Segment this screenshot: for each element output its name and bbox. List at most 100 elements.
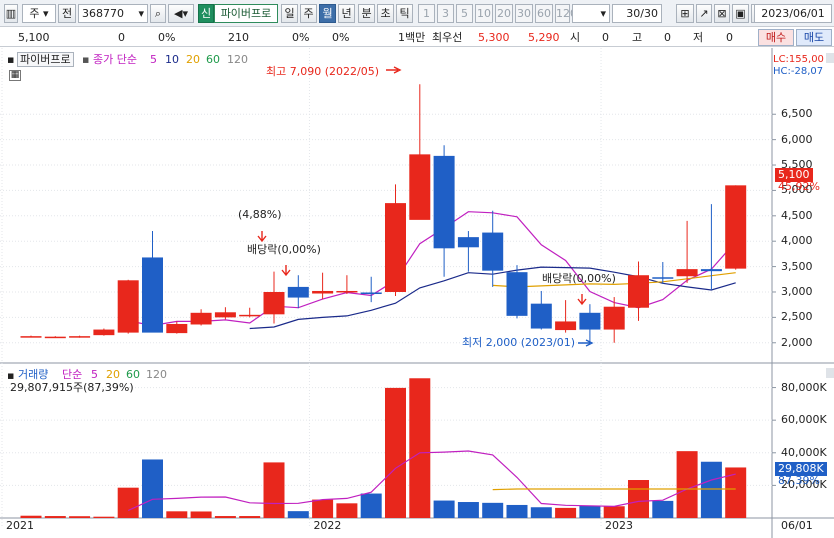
interval-button[interactable]: 5: [456, 4, 473, 23]
price-panel-icon[interactable]: ▪: [7, 53, 14, 66]
volume-bar: [117, 487, 139, 518]
date-input[interactable]: 2023/06/01: [754, 4, 832, 23]
volume-bar: [190, 511, 212, 518]
volume-bar: [482, 502, 504, 518]
volume-bar: [142, 459, 163, 518]
candle-body: [579, 312, 601, 330]
candle-body: [336, 290, 358, 293]
stock-name: 파이버프로: [214, 4, 278, 23]
line-tool-icon[interactable]: ↗: [696, 4, 712, 23]
bar-count-input[interactable]: 30/30: [612, 4, 662, 23]
price-volume-chart[interactable]: [0, 48, 834, 538]
time-tick-label: 2023: [605, 519, 634, 532]
price-panel-title[interactable]: 파이버프로: [17, 52, 74, 67]
trade-volume: 210: [228, 31, 249, 44]
volume-bar: [312, 499, 334, 518]
volume-bar: [457, 502, 479, 518]
all-time-high-label: 최고 7,090 (2022/05): [266, 65, 380, 78]
candle-body: [44, 336, 66, 339]
price-tick-label: 4,000: [781, 234, 813, 248]
stock-code-value: 368770: [82, 7, 124, 20]
volume-bar: [385, 387, 406, 518]
volume-bar: [603, 506, 625, 518]
period-minute-button[interactable]: 분: [358, 4, 375, 23]
candle-body: [555, 321, 577, 331]
candle-body: [482, 232, 504, 271]
volume-bar: [506, 504, 528, 518]
best-quote-label: 최우선: [432, 31, 463, 44]
candle-body: [214, 312, 236, 318]
analysis-icon[interactable]: ⊠: [714, 4, 730, 23]
chart-menu-icon[interactable]: ▥: [4, 4, 18, 23]
period-month-button[interactable]: 월: [319, 4, 336, 23]
volume-ma20-line: [492, 488, 736, 491]
scroll-up-button[interactable]: [826, 53, 834, 63]
candle-body: [312, 290, 334, 294]
period-second-button[interactable]: 초: [377, 4, 394, 23]
candle-body: [385, 203, 406, 292]
price-tick-label: 3,500: [781, 259, 813, 273]
ma60-label: 60: [206, 53, 220, 66]
candle-body: [239, 314, 261, 317]
interval-input[interactable]: ▾: [572, 4, 610, 23]
chart-type-select[interactable]: 주 ▾: [22, 4, 56, 23]
candle-body: [457, 237, 479, 248]
volume-bar: [287, 511, 309, 518]
search-icon[interactable]: ⌕: [150, 4, 166, 23]
chart-type-value: 주: [29, 7, 40, 20]
ma120-label: 120: [227, 53, 248, 66]
price-tick-label: 3,000: [781, 284, 813, 298]
price-tick-label: 4,500: [781, 208, 813, 222]
price-tick-label: 6,500: [781, 107, 813, 121]
price-tick-label: 2,000: [781, 335, 813, 349]
vol-ma20-label: 20: [106, 368, 120, 381]
change-percent: 0%: [158, 31, 176, 44]
bid-price: 5,290: [528, 31, 560, 44]
volume-scroll-button[interactable]: [826, 368, 834, 378]
current-price: 5,100: [18, 31, 50, 44]
candle-body: [190, 312, 212, 325]
candle-body: [20, 336, 42, 338]
candle-body: [166, 323, 188, 334]
period-week-button[interactable]: 주: [300, 4, 317, 23]
grid-icon[interactable]: ⊞: [676, 4, 694, 23]
volume-bar: [44, 516, 66, 518]
interval-button[interactable]: 120: [555, 4, 577, 23]
period-day-button[interactable]: 일: [281, 4, 298, 23]
price-tick-label: 6,000: [781, 132, 813, 146]
dividend-annotation-1: 배당락(0,00%): [247, 243, 321, 256]
new-listing-badge: 신: [198, 4, 214, 23]
chevron-down-icon: ▾: [138, 7, 144, 20]
interval-button[interactable]: 30: [515, 4, 533, 23]
prefix-button[interactable]: 전: [58, 4, 76, 23]
interval-button[interactable]: 1: [418, 4, 435, 23]
volume-readout: 29,807,915주(87,39%): [10, 381, 134, 394]
candle-body: [287, 286, 309, 298]
interval-button[interactable]: 60: [535, 4, 553, 23]
ask-price: 5,300: [478, 31, 510, 44]
table-icon[interactable]: ▦: [9, 70, 21, 81]
chevron-down-icon: ▾: [600, 7, 606, 20]
interval-button[interactable]: 10: [475, 4, 493, 23]
stock-code-input[interactable]: 368770 ▾: [78, 4, 148, 23]
save-icon[interactable]: ▣: [732, 4, 749, 23]
volume-bar: [652, 500, 674, 518]
period-year-button[interactable]: 년: [338, 4, 355, 23]
volume-bar: [700, 461, 722, 518]
time-tick-label: 2021: [6, 519, 34, 532]
sound-icon[interactable]: ◀▾: [168, 4, 194, 23]
dividend-annotation-2: 배당락(0,00%): [542, 272, 616, 285]
price-change: 0: [118, 31, 125, 44]
high-label: 고: [632, 31, 643, 44]
period-tick-button[interactable]: 틱: [396, 4, 413, 23]
vol-ma60-label: 60: [126, 368, 140, 381]
hc-value: HC:-28,07: [773, 66, 824, 77]
volume-bar: [530, 507, 552, 518]
buy-button[interactable]: 매수: [758, 29, 794, 46]
interval-button[interactable]: 3: [437, 4, 454, 23]
candle-body: [142, 257, 163, 333]
volume-bar: [628, 480, 649, 518]
volume-tick-label: 40,000K: [781, 445, 827, 459]
sell-button[interactable]: 매도: [796, 29, 832, 46]
interval-button[interactable]: 20: [495, 4, 513, 23]
